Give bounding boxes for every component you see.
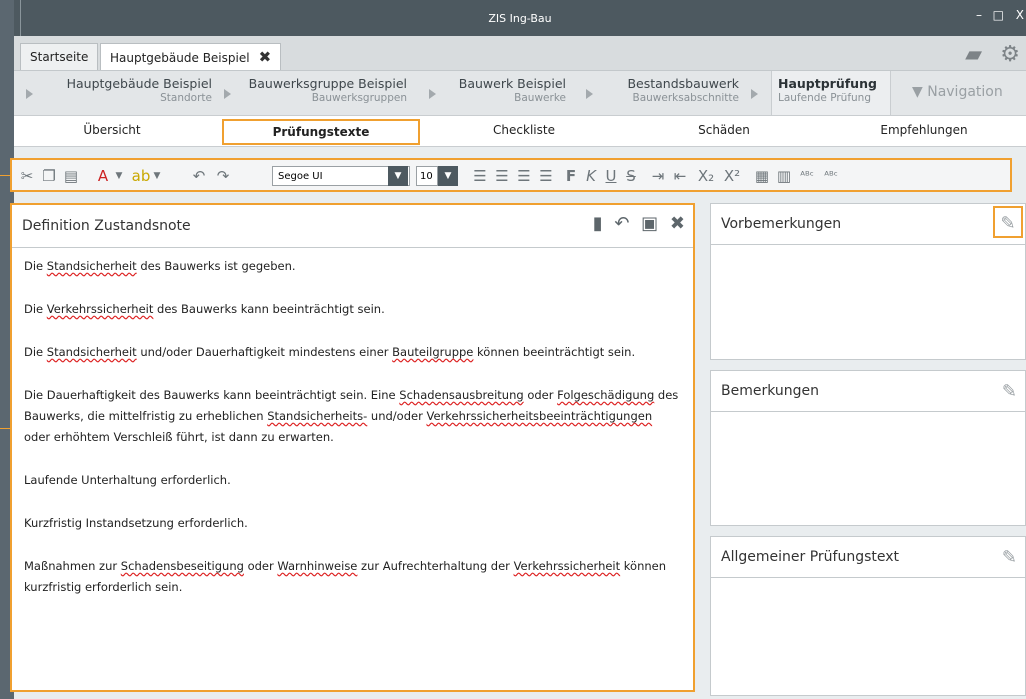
align-center-icon[interactable]: ☰ xyxy=(492,165,512,187)
tab-schaeden[interactable]: Schäden xyxy=(624,119,824,141)
tab-uebersicht[interactable]: Übersicht xyxy=(14,119,210,141)
breadcrumb-arrow-icon xyxy=(751,89,758,99)
subscript-button[interactable]: X₂ xyxy=(694,165,718,187)
table-icon[interactable]: ▦ xyxy=(752,165,772,187)
cut-icon[interactable]: ✂ xyxy=(18,165,36,187)
minimize-button[interactable]: – xyxy=(976,8,982,22)
panel-title: Allgemeiner Prüfungstext xyxy=(721,549,900,565)
font-color-icon[interactable]: A xyxy=(92,165,114,187)
panel-title: Vorbemerkungen xyxy=(721,216,842,232)
panel-header: Allgemeiner Prüfungstext ✎ xyxy=(711,537,1025,578)
tab-hauptgebaeude-beispiel[interactable]: Hauptgebäude Beispiel ✖ xyxy=(100,43,282,70)
paragraph: Die Dauerhaftigkeit des Bauwerks kann be… xyxy=(24,388,679,444)
title-bar: ZIS Ing-Bau – □ X xyxy=(14,0,1026,36)
paragraph: Die Verkehrssicherheit des Bauwerks kann… xyxy=(24,302,385,316)
strikethrough-button[interactable]: S xyxy=(622,165,640,187)
spellcheck-icon[interactable]: ᴬᴮᶜ xyxy=(796,165,818,187)
outdent-icon[interactable]: ⇤ xyxy=(670,165,690,187)
editor-panel-title: Definition Zustandsnote xyxy=(22,218,191,234)
tab-label: Hauptgebäude Beispiel xyxy=(110,51,250,65)
align-left-icon[interactable]: ☰ xyxy=(470,165,490,187)
table-edit-icon[interactable]: ▥ xyxy=(774,165,794,187)
breadcrumb-arrow-icon xyxy=(26,89,33,99)
superscript-button[interactable]: X² xyxy=(720,165,744,187)
undo-icon[interactable]: ↶ xyxy=(188,165,210,187)
chevron-down-icon[interactable]: ▼ xyxy=(388,166,408,186)
breadcrumb-item-bestandsbauwerk[interactable]: Bestandsbauwerk Bauwerksabschnitte xyxy=(604,76,739,104)
breadcrumb: Hauptgebäude Beispiel Standorte Bauwerks… xyxy=(14,71,1026,116)
close-button[interactable]: X xyxy=(1016,8,1024,22)
breadcrumb-item-bauwerksgruppe[interactable]: Bauwerksgruppe Beispiel Bauwerksgruppen xyxy=(242,76,407,104)
spellcheck-options-icon[interactable]: ᴬᴮᶜ xyxy=(820,165,842,187)
window-title: ZIS Ing-Bau xyxy=(488,12,552,25)
content-tab-bar: Übersicht Prüfungstexte Checkliste Schäd… xyxy=(14,116,1026,147)
paragraph: Kurzfristig Instandsetzung erforderlich. xyxy=(24,516,248,530)
editor-text-area[interactable]: Die Standsicherheit des Bauwerks ist geg… xyxy=(12,248,693,628)
editor-panel-definition-zustandsnote: Definition Zustandsnote ▮ ↶ ▣ ✖ Die Stan… xyxy=(10,203,695,692)
align-justify-icon[interactable]: ☰ xyxy=(536,165,556,187)
panel-title: Bemerkungen xyxy=(721,383,820,399)
paste-icon[interactable]: ▤ xyxy=(62,165,80,187)
copy-icon[interactable]: ❐ xyxy=(40,165,58,187)
align-right-icon[interactable]: ☰ xyxy=(514,165,534,187)
redo-icon[interactable]: ↷ xyxy=(212,165,234,187)
document-tab-bar: Startseite Hauptgebäude Beispiel ✖ ▰ ⚙ xyxy=(14,36,1026,71)
panel-bemerkungen: Bemerkungen ✎ xyxy=(710,370,1026,526)
book-icon[interactable]: ▮ xyxy=(593,213,603,234)
chevron-down-icon[interactable]: ▼ xyxy=(152,165,162,187)
breadcrumb-item-hauptpruefung[interactable]: Hauptprüfung Laufende Prüfung xyxy=(778,76,886,104)
panel-allgemeiner-pruefungstext: Allgemeiner Prüfungstext ✎ xyxy=(710,536,1026,696)
save-icon[interactable]: ▣ xyxy=(641,213,658,234)
highlight-icon[interactable]: ab xyxy=(130,165,152,187)
maximize-button[interactable]: □ xyxy=(993,8,1004,22)
breadcrumb-arrow-icon xyxy=(224,89,231,99)
print-icon[interactable]: ▰ xyxy=(965,42,982,67)
breadcrumb-arrow-icon xyxy=(586,89,593,99)
underline-button[interactable]: U xyxy=(602,165,620,187)
tab-close-icon[interactable]: ✖ xyxy=(259,48,272,66)
tab-startseite[interactable]: Startseite xyxy=(20,43,99,70)
navigation-dropdown[interactable]: ▼ Navigation xyxy=(912,84,1003,100)
bold-button[interactable]: F xyxy=(562,165,580,187)
breadcrumb-item-standort[interactable]: Hauptgebäude Beispiel Standorte xyxy=(44,76,212,104)
tab-pruefungstexte[interactable]: Prüfungstexte xyxy=(222,119,420,145)
breadcrumb-arrow-icon xyxy=(429,89,436,99)
tab-empfehlungen[interactable]: Empfehlungen xyxy=(824,119,1024,141)
font-size-select[interactable]: 10 xyxy=(416,166,438,186)
gear-icon[interactable]: ⚙ xyxy=(1000,42,1020,67)
chevron-down-icon[interactable]: ▼ xyxy=(438,166,458,186)
breadcrumb-item-bauwerk[interactable]: Bauwerk Beispiel Bauwerke xyxy=(444,76,566,104)
formatting-toolbar: ✂ ❐ ▤ A ▼ ab ▼ ↶ ↷ Segoe UI ▼ 10 ▼ ☰ ☰ ☰… xyxy=(10,158,1012,192)
pencil-icon[interactable]: ✎ xyxy=(1002,547,1017,568)
panel-header: Bemerkungen ✎ xyxy=(711,371,1025,412)
pencil-icon[interactable]: ✎ xyxy=(993,206,1023,238)
editor-panel-header: Definition Zustandsnote ▮ ↶ ▣ ✖ xyxy=(12,205,693,248)
close-icon[interactable]: ✖ xyxy=(670,213,685,234)
paragraph: Maßnahmen zur Schadensbeseitigung oder W… xyxy=(24,559,667,594)
paragraph: Die Standsicherheit des Bauwerks ist geg… xyxy=(24,259,296,273)
panel-vorbemerkungen: Vorbemerkungen ✎ xyxy=(710,203,1026,360)
indent-icon[interactable]: ⇥ xyxy=(648,165,668,187)
pencil-icon[interactable]: ✎ xyxy=(1002,381,1017,402)
panel-header: Vorbemerkungen ✎ xyxy=(711,204,1025,245)
chevron-down-icon[interactable]: ▼ xyxy=(114,165,124,187)
undo-icon[interactable]: ↶ xyxy=(614,213,629,234)
italic-button[interactable]: K xyxy=(582,165,600,187)
editor-panel-actions: ▮ ↶ ▣ ✖ xyxy=(587,213,685,234)
tab-label: Startseite xyxy=(30,50,89,64)
paragraph: Die Standsicherheit und/oder Dauerhaftig… xyxy=(24,345,636,359)
paragraph: Laufende Unterhaltung erforderlich. xyxy=(24,473,231,487)
tab-checkliste[interactable]: Checkliste xyxy=(424,119,624,141)
